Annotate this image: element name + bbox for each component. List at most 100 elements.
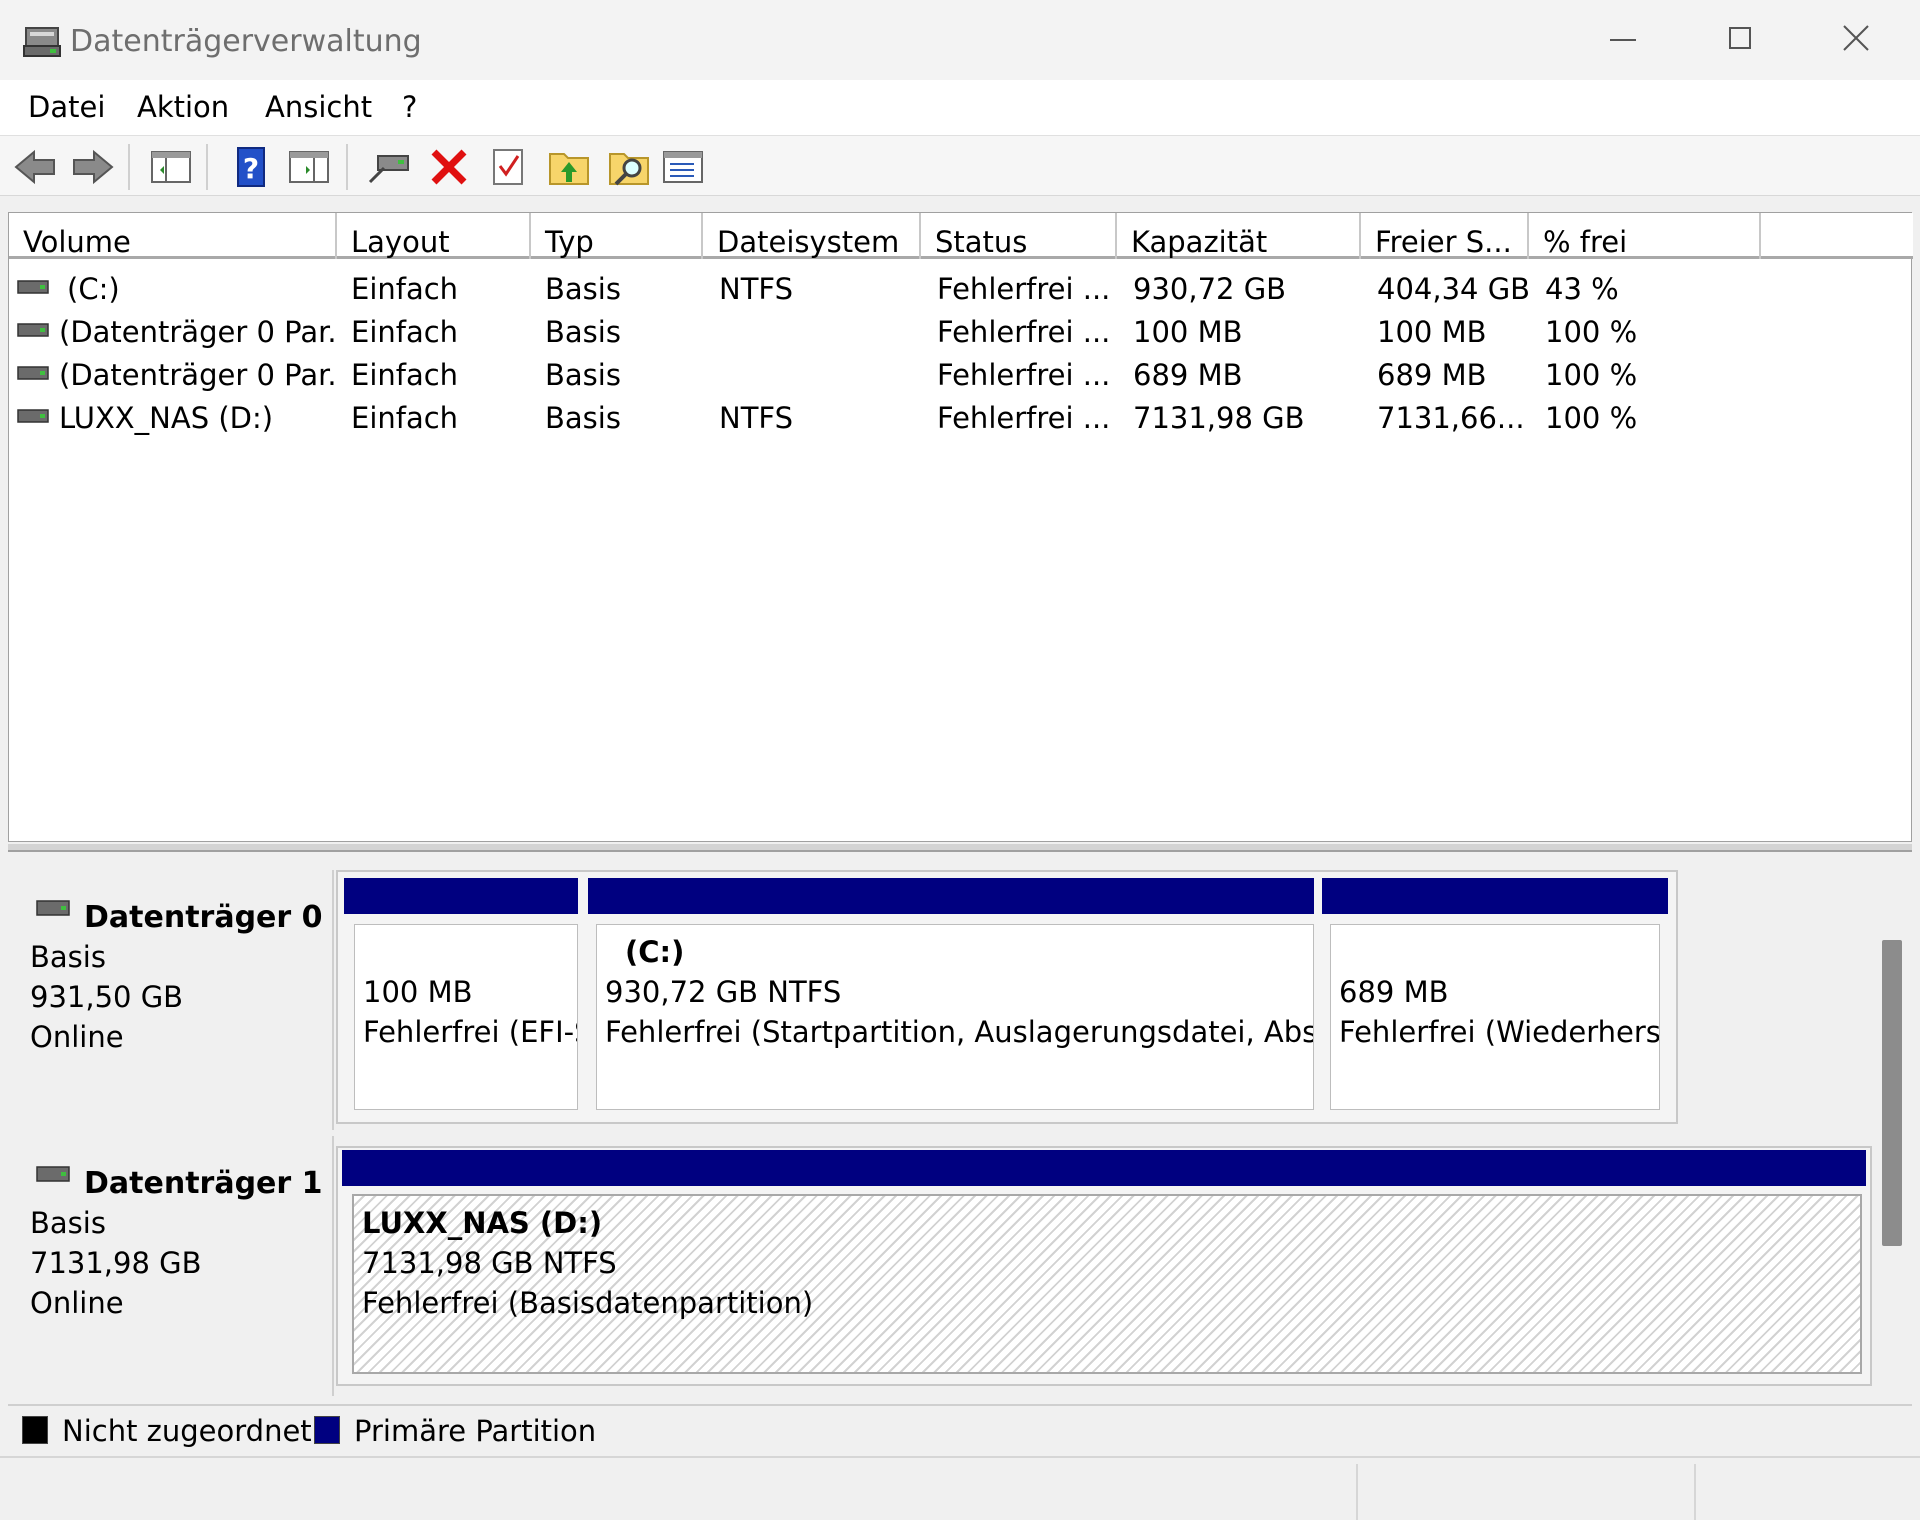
disk-icon xyxy=(36,1166,70,1182)
column-header-typ[interactable]: Typ xyxy=(531,213,703,259)
help-icon[interactable]: ? xyxy=(228,146,274,188)
forward-icon[interactable] xyxy=(70,146,116,188)
cell-prozent-frei: 100 % xyxy=(1545,315,1638,349)
cell-status: Fehlerfrei ... xyxy=(937,272,1111,306)
cell-typ: Basis xyxy=(545,272,621,306)
partition-size: 689 MB xyxy=(1339,975,1449,1009)
cell-dateisystem xyxy=(719,353,919,396)
cell-freier-speicher: 100 MB xyxy=(1377,315,1487,349)
cell-status: Fehlerfrei ... xyxy=(937,401,1111,435)
disk-1-info[interactable]: Datenträger 1 Basis 7131,98 GB Online xyxy=(8,1136,334,1396)
volume-list-header: Volume Layout Typ Dateisystem Status Kap… xyxy=(9,213,1913,259)
partition-label: (C:) xyxy=(625,935,685,969)
search-folder-icon[interactable] xyxy=(606,146,652,188)
partition-efi[interactable]: 100 MB Fehlerfrei (EFI-S xyxy=(354,924,578,1110)
cell-typ: Basis xyxy=(545,315,621,349)
connect-disk-icon[interactable] xyxy=(366,146,412,188)
minimize-button[interactable] xyxy=(1566,0,1682,80)
partition-recovery[interactable]: 689 MB Fehlerfrei (Wiederherst xyxy=(1330,924,1660,1110)
legend-swatch-unallocated xyxy=(22,1416,48,1444)
cell-prozent-frei: 100 % xyxy=(1545,358,1638,392)
drive-icon xyxy=(17,366,49,380)
cell-volume: (Datenträger 0 Par... xyxy=(59,315,337,349)
maximize-button[interactable] xyxy=(1682,0,1798,80)
drive-icon xyxy=(17,409,49,423)
partition-luxx-nas[interactable]: LUXX_NAS (D:) 7131,98 GB NTFS Fehlerfrei… xyxy=(352,1194,1862,1374)
cell-layout: Einfach xyxy=(351,272,459,306)
disk-1-partition-strip: LUXX_NAS (D:) 7131,98 GB NTFS Fehlerfrei… xyxy=(336,1146,1872,1386)
properties-icon[interactable] xyxy=(486,146,532,188)
drive-icon xyxy=(17,323,49,337)
table-row[interactable]: (C:) Einfach Basis NTFS Fehlerfrei ... 9… xyxy=(9,267,1913,310)
cell-prozent-frei: 100 % xyxy=(1545,401,1638,435)
close-icon xyxy=(1843,25,1869,51)
partition-status: Fehlerfrei (Wiederherst xyxy=(1339,1015,1660,1049)
console-tree-icon[interactable] xyxy=(148,146,194,188)
close-button[interactable] xyxy=(1798,0,1914,80)
column-header-layout[interactable]: Layout xyxy=(337,213,531,259)
cell-layout: Einfach xyxy=(351,401,459,435)
toolbar: ? xyxy=(0,136,1920,196)
menu-datei[interactable]: Datei xyxy=(28,90,105,124)
cell-freier-speicher: 7131,66... xyxy=(1377,401,1525,435)
cell-kapazitaet: 100 MB xyxy=(1133,315,1243,349)
partition-bar xyxy=(342,1150,1866,1186)
disk-0-partition-strip: 100 MB Fehlerfrei (EFI-S (C:) 930,72 GB … xyxy=(336,870,1678,1124)
menu-bar: Datei Aktion Ansicht ? xyxy=(0,80,1920,136)
disk-0-info[interactable]: Datenträger 0 Basis 931,50 GB Online xyxy=(8,870,334,1130)
cell-layout: Einfach xyxy=(351,315,459,349)
title-bar: Datenträgerverwaltung xyxy=(0,0,1920,80)
toolbar-separator xyxy=(346,144,348,190)
status-bar xyxy=(0,1456,1920,1520)
column-header-prozent-frei[interactable]: % frei xyxy=(1529,213,1761,259)
disk-size: 931,50 GB xyxy=(30,980,184,1014)
list-view-icon[interactable] xyxy=(660,146,706,188)
partition-status: Fehlerfrei (Startpartition, Auslagerungs… xyxy=(605,1015,1314,1049)
cell-prozent-frei: 43 % xyxy=(1545,272,1619,306)
table-row[interactable]: (Datenträger 0 Par... Einfach Basis Fehl… xyxy=(9,310,1913,353)
vertical-scrollbar[interactable] xyxy=(1878,900,1906,1396)
menu-aktion[interactable]: Aktion xyxy=(137,90,229,124)
svg-text:?: ? xyxy=(243,152,259,185)
legend-label-unallocated: Nicht zugeordnet xyxy=(62,1414,312,1448)
cell-typ: Basis xyxy=(545,401,621,435)
partition-c[interactable]: (C:) 930,72 GB NTFS Fehlerfrei (Startpar… xyxy=(596,924,1314,1110)
drive-icon xyxy=(17,280,49,294)
minimize-icon xyxy=(1610,39,1636,41)
scroll-thumb[interactable] xyxy=(1882,940,1902,1246)
menu-help[interactable]: ? xyxy=(402,90,417,124)
column-header-volume[interactable]: Volume xyxy=(9,213,337,259)
maximize-icon xyxy=(1729,27,1751,49)
disk-state: Online xyxy=(30,1020,124,1054)
volume-list: Volume Layout Typ Dateisystem Status Kap… xyxy=(8,212,1913,842)
cell-volume: (C:) xyxy=(67,272,120,306)
cell-kapazitaet: 7131,98 GB xyxy=(1133,401,1305,435)
legend-label-primary: Primäre Partition xyxy=(354,1414,597,1448)
table-row[interactable]: LUXX_NAS (D:) Einfach Basis NTFS Fehlerf… xyxy=(9,396,1913,439)
column-header-status[interactable]: Status xyxy=(921,213,1117,259)
column-header-dateisystem[interactable]: Dateisystem xyxy=(703,213,921,259)
cell-volume: LUXX_NAS (D:) xyxy=(59,401,274,435)
action-pane-icon[interactable] xyxy=(286,146,332,188)
column-header-kapazitaet[interactable]: Kapazität xyxy=(1117,213,1361,259)
delete-icon[interactable] xyxy=(426,146,472,188)
menu-ansicht[interactable]: Ansicht xyxy=(265,90,372,124)
partition-bar xyxy=(1322,878,1668,914)
cell-dateisystem: NTFS xyxy=(719,272,793,306)
disk-management-app-icon xyxy=(23,27,61,57)
up-folder-icon[interactable] xyxy=(546,146,592,188)
disk-state: Online xyxy=(30,1286,124,1320)
column-header-freier-speicher[interactable]: Freier S... xyxy=(1361,213,1529,259)
cell-dateisystem: NTFS xyxy=(719,401,793,435)
cell-dateisystem xyxy=(719,310,919,353)
cell-status: Fehlerfrei ... xyxy=(937,358,1111,392)
pane-splitter[interactable] xyxy=(8,844,1912,852)
partition-bar xyxy=(344,878,578,914)
cell-kapazitaet: 930,72 GB xyxy=(1133,272,1287,306)
cell-freier-speicher: 404,34 GB xyxy=(1377,272,1529,306)
partition-size: 930,72 GB NTFS xyxy=(605,975,842,1009)
back-icon[interactable] xyxy=(12,146,58,188)
toolbar-separator xyxy=(206,144,208,190)
disk-size: 7131,98 GB xyxy=(30,1246,202,1280)
table-row[interactable]: (Datenträger 0 Par... Einfach Basis Fehl… xyxy=(9,353,1913,396)
